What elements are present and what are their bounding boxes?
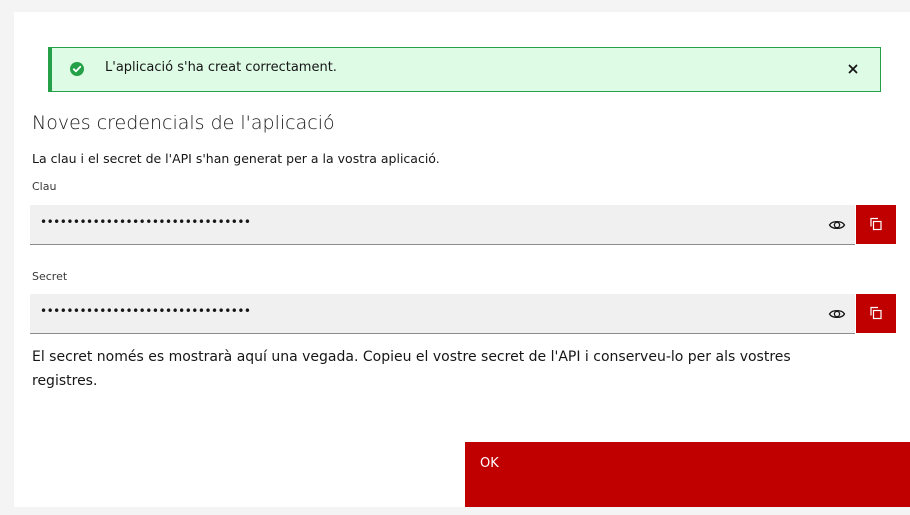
copy-secret-button[interactable] bbox=[856, 294, 896, 333]
credentials-dialog: L'aplicació s'ha creat correctament. Nov… bbox=[14, 12, 910, 507]
secret-field[interactable]: •••••••••••••••••••••••••••••••• bbox=[30, 294, 855, 334]
secret-warning-text: El secret només es mostrarà aquí una veg… bbox=[32, 349, 791, 389]
key-field[interactable]: •••••••••••••••••••••••••••••••• bbox=[30, 205, 855, 245]
success-notification: L'aplicació s'ha creat correctament. bbox=[48, 47, 881, 92]
notification-message: L'aplicació s'ha creat correctament. bbox=[105, 60, 337, 75]
close-icon[interactable] bbox=[846, 61, 860, 75]
ok-button-label: OK bbox=[480, 456, 499, 471]
eye-icon[interactable] bbox=[828, 305, 846, 323]
checkmark-filled-icon bbox=[70, 62, 84, 76]
ok-button[interactable]: OK bbox=[465, 442, 910, 507]
key-field-value[interactable]: •••••••••••••••••••••••••••••••• bbox=[40, 215, 740, 229]
dialog-description: La clau i el secret de l'API s'han gener… bbox=[32, 151, 440, 166]
secret-field-value[interactable]: •••••••••••••••••••••••••••••••• bbox=[40, 304, 740, 318]
eye-icon[interactable] bbox=[828, 216, 846, 234]
copy-key-button[interactable] bbox=[856, 205, 896, 244]
secret-field-label: Secret bbox=[32, 270, 68, 283]
dialog-title: Noves credencials de l'aplicació bbox=[32, 112, 335, 134]
key-field-label: Clau bbox=[32, 180, 57, 193]
